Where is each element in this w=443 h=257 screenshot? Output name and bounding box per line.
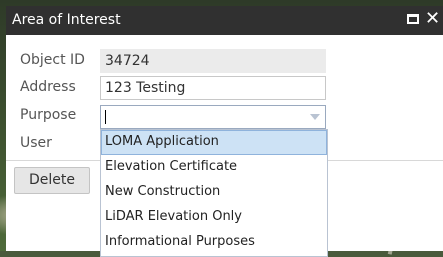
- delete-button[interactable]: Delete: [14, 167, 90, 194]
- purpose-option[interactable]: Informational Purposes: [101, 230, 327, 255]
- user-label: User: [20, 135, 52, 151]
- text-caret: [105, 110, 106, 124]
- object-id-label: Object ID: [20, 52, 85, 68]
- dialog-titlebar[interactable]: Area of Interest ✕: [6, 6, 443, 35]
- dialog-title: Area of Interest: [12, 12, 121, 28]
- purpose-option[interactable]: LOMA Application: [101, 130, 327, 155]
- chevron-down-icon[interactable]: [310, 114, 320, 120]
- area-of-interest-dialog: Area of Interest ✕ Object ID 34724 Addre…: [6, 6, 443, 257]
- address-field[interactable]: 123 Testing: [100, 76, 326, 100]
- maximize-icon[interactable]: [407, 14, 419, 24]
- close-icon[interactable]: ✕: [425, 10, 440, 28]
- purpose-dropdown-list: LOMA Application Elevation Certificate N…: [100, 129, 328, 257]
- address-label: Address: [20, 79, 76, 95]
- purpose-option[interactable]: Elevation Certificate: [101, 155, 327, 180]
- purpose-label: Purpose: [20, 107, 77, 123]
- object-id-field: 34724: [100, 49, 326, 73]
- purpose-option[interactable]: New Construction: [101, 180, 327, 205]
- purpose-select[interactable]: [100, 105, 326, 129]
- purpose-option[interactable]: LiDAR Elevation Only: [101, 205, 327, 230]
